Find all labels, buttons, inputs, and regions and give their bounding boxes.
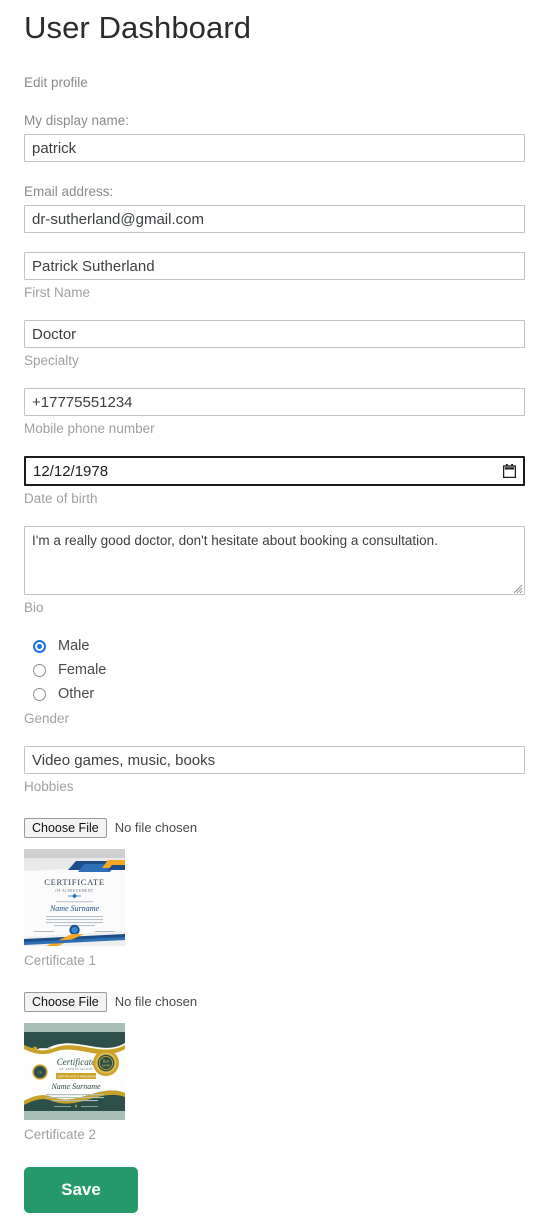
gender-option-other-label: Other bbox=[58, 686, 95, 702]
user-dashboard-page: User Dashboard Edit profile My display n… bbox=[0, 0, 550, 1220]
certificate-1-caption: Certificate 1 bbox=[24, 953, 97, 968]
file-status-1: No file chosen bbox=[114, 820, 198, 835]
radio-female-icon[interactable] bbox=[33, 663, 46, 677]
bio-helper: Bio bbox=[24, 600, 44, 615]
bio-textarea[interactable]: I'm a really good doctor, don't hesitate… bbox=[24, 526, 525, 595]
specialty-helper: Specialty bbox=[24, 353, 79, 368]
certificate-1-thumbnail[interactable]: CERTIFICATE OF ACHIEVEMENT Name Surname bbox=[24, 849, 125, 946]
choose-file-button-1[interactable]: Choose File bbox=[24, 818, 107, 838]
svg-text:THIS CERTIFICATE IS PRESENTED: THIS CERTIFICATE IS PRESENTED TO bbox=[50, 1074, 104, 1078]
svg-text:Best: Best bbox=[103, 1060, 110, 1064]
email-input[interactable] bbox=[24, 205, 525, 233]
radio-male-icon[interactable] bbox=[33, 639, 46, 653]
mobile-phone-input[interactable] bbox=[24, 388, 525, 416]
first-name-helper: First Name bbox=[24, 285, 91, 300]
hobbies-input[interactable] bbox=[24, 746, 525, 774]
mobile-phone-helper: Mobile phone number bbox=[24, 421, 155, 436]
certificate-2-caption: Certificate 2 bbox=[24, 1127, 97, 1142]
page-title: User Dashboard bbox=[24, 10, 252, 45]
radio-other-icon[interactable] bbox=[33, 687, 46, 701]
svg-text:CERTIFICATE: CERTIFICATE bbox=[44, 877, 105, 887]
certificate-1-file-input[interactable]: Choose File No file chosen bbox=[24, 817, 526, 839]
gender-option-female[interactable]: Female bbox=[33, 658, 526, 682]
gender-option-other[interactable]: Other bbox=[33, 682, 526, 706]
save-button[interactable]: Save bbox=[24, 1167, 138, 1213]
date-of-birth-helper: Date of birth bbox=[24, 491, 98, 506]
certificate-2-file-input[interactable]: Choose File No file chosen bbox=[24, 991, 526, 1013]
certificate-2-thumbnail[interactable]: Certificate OF APPRECIATION THIS CERTIFI… bbox=[24, 1023, 125, 1120]
svg-text:CP: CP bbox=[38, 1071, 42, 1075]
display-name-label: My display name: bbox=[24, 113, 130, 128]
first-name-input[interactable] bbox=[24, 252, 525, 280]
specialty-input[interactable] bbox=[24, 320, 525, 348]
gender-radio-group: Male Female Other bbox=[24, 634, 526, 706]
bio-row: I'm a really good doctor, don't hesitate… bbox=[24, 526, 525, 595]
svg-text:AWARD: AWARD bbox=[102, 1065, 111, 1068]
svg-text:Name Surname: Name Surname bbox=[49, 904, 100, 913]
svg-text:OF APPRECIATION: OF APPRECIATION bbox=[59, 1067, 93, 1071]
gender-option-male[interactable]: Male bbox=[33, 634, 526, 658]
gender-helper: Gender bbox=[24, 711, 70, 726]
hobbies-helper: Hobbies bbox=[24, 779, 74, 794]
gender-option-female-label: Female bbox=[58, 662, 107, 678]
edit-profile-section-label: Edit profile bbox=[24, 75, 88, 90]
gender-option-male-label: Male bbox=[58, 638, 90, 654]
date-of-birth-input[interactable] bbox=[24, 456, 525, 486]
svg-text:Certificate: Certificate bbox=[57, 1057, 96, 1067]
email-label: Email address: bbox=[24, 184, 114, 199]
svg-text:OF ACHIEVEMENT: OF ACHIEVEMENT bbox=[55, 889, 94, 893]
date-of-birth-row bbox=[24, 456, 525, 486]
display-name-input[interactable] bbox=[24, 134, 525, 162]
svg-text:Name Surname: Name Surname bbox=[50, 1082, 101, 1091]
choose-file-button-2[interactable]: Choose File bbox=[24, 992, 107, 1012]
file-status-2: No file chosen bbox=[114, 994, 198, 1009]
